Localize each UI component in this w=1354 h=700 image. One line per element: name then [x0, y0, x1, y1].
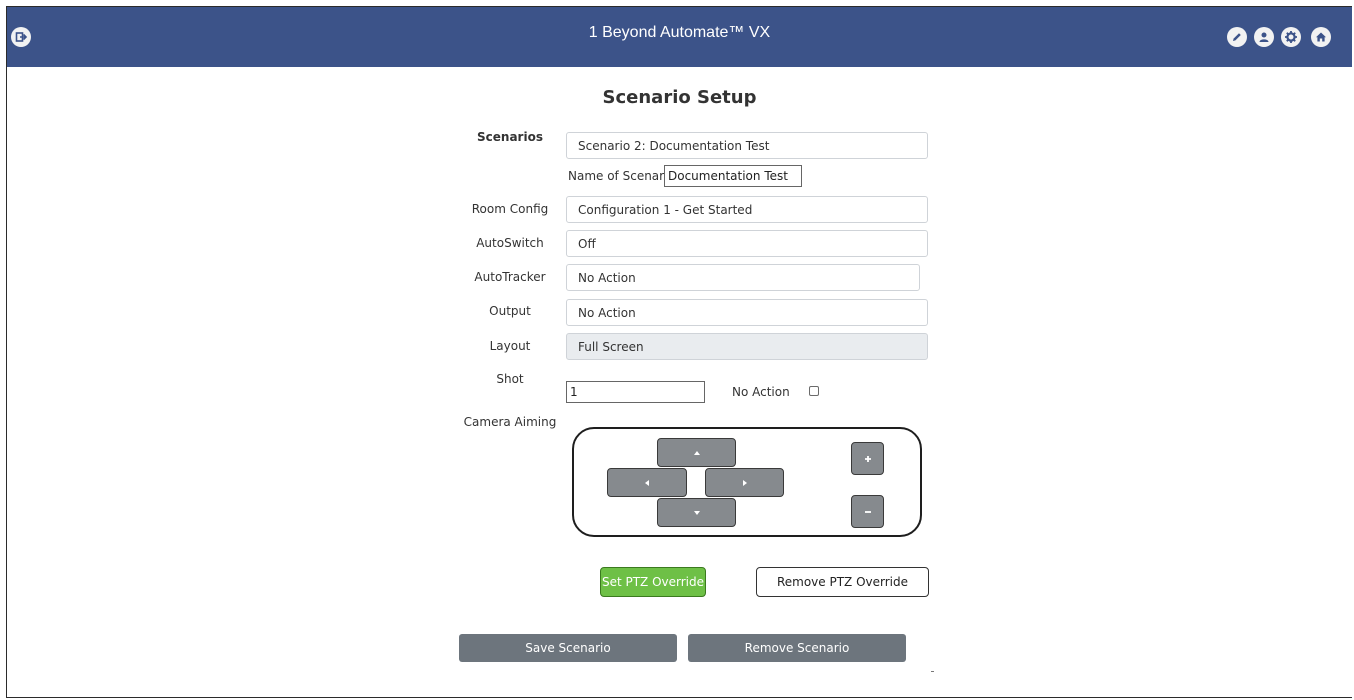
- zoom-out-button[interactable]: [851, 495, 884, 528]
- output-label: Output: [489, 304, 531, 318]
- remove-ptz-override-button[interactable]: Remove PTZ Override: [756, 567, 929, 597]
- scenario-name-input[interactable]: Documentation Test: [664, 165, 802, 187]
- autoswitch-label: AutoSwitch: [476, 236, 544, 250]
- autotracker-select[interactable]: No Action: [566, 264, 920, 291]
- pan-up-button[interactable]: [657, 438, 736, 467]
- autoswitch-select[interactable]: Off: [566, 230, 928, 257]
- app-window: 1 Beyond Automate™ VX Scenario Setup Sce…: [6, 6, 1352, 698]
- room-config-label: Room Config: [471, 202, 549, 216]
- pan-down-button[interactable]: [657, 498, 736, 527]
- scenario-select[interactable]: Scenario 2: Documentation Test: [566, 132, 928, 159]
- room-config-select[interactable]: Configuration 1 - Get Started: [566, 196, 928, 223]
- divider-mark: [931, 671, 934, 672]
- camera-aiming-label: Camera Aiming: [463, 415, 557, 429]
- app-title: 1 Beyond Automate™ VX: [588, 24, 771, 41]
- autotracker-label: AutoTracker: [474, 270, 546, 284]
- name-of-scenario-label: Name of Scenario: [568, 169, 675, 183]
- remove-scenario-button[interactable]: Remove Scenario: [688, 634, 906, 662]
- header-bar: 1 Beyond Automate™ VX: [7, 7, 1352, 67]
- output-select[interactable]: No Action: [566, 299, 928, 326]
- pencil-icon[interactable]: [1227, 27, 1247, 47]
- page-title: Scenario Setup: [602, 87, 757, 108]
- gear-icon[interactable]: [1281, 27, 1301, 47]
- pan-left-button[interactable]: [607, 468, 687, 497]
- shot-input[interactable]: 1: [566, 381, 705, 403]
- shot-label: Shot: [496, 372, 524, 386]
- caret-right-icon: [742, 479, 747, 486]
- home-icon[interactable]: [1311, 27, 1331, 47]
- no-action-checkbox[interactable]: [809, 386, 819, 396]
- layout-label: Layout: [489, 339, 531, 353]
- save-scenario-button[interactable]: Save Scenario: [459, 634, 677, 662]
- caret-up-icon: [693, 450, 700, 455]
- layout-select: Full Screen: [566, 333, 928, 360]
- ptz-control-panel: [572, 427, 922, 537]
- caret-down-icon: [693, 510, 700, 515]
- pan-right-button[interactable]: [705, 468, 784, 497]
- user-icon[interactable]: [1254, 27, 1274, 47]
- caret-left-icon: [645, 479, 649, 486]
- no-action-label: No Action: [732, 385, 790, 399]
- scenarios-label: Scenarios: [477, 130, 543, 144]
- zoom-in-button[interactable]: [851, 442, 884, 475]
- plus-icon: [864, 455, 871, 462]
- set-ptz-override-button[interactable]: Set PTZ Override: [600, 567, 706, 597]
- minus-icon: [864, 510, 871, 513]
